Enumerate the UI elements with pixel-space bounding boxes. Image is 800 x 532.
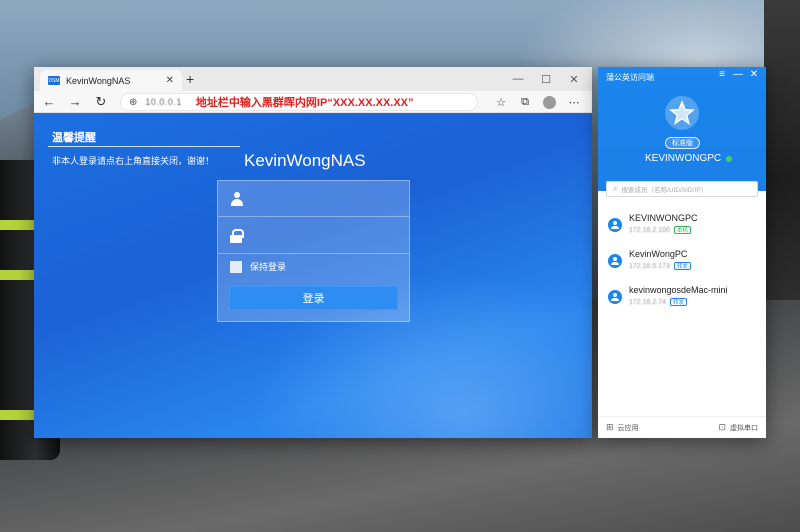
- edition-badge: 标准版: [665, 137, 700, 149]
- more-menu-icon[interactable]: ⋯: [562, 96, 586, 109]
- member-name: KEVINWONGPC: [629, 213, 698, 223]
- tab-kevinwongnas[interactable]: DSM KevinWongNAS ✕: [40, 70, 182, 91]
- collections-icon[interactable]: ⧉: [513, 96, 537, 109]
- remember-checkbox[interactable]: [230, 260, 242, 273]
- close-window-button[interactable]: ✕: [560, 67, 588, 91]
- online-status-icon: [726, 155, 733, 162]
- browser-window: DSM KevinWongNAS ✕ + — ☐ ✕ ← → ↻ ⊕ 10.0.…: [34, 67, 592, 438]
- new-tab-button[interactable]: +: [186, 71, 194, 87]
- password-field[interactable]: [218, 218, 409, 254]
- globe-icon: ⊕: [129, 96, 138, 108]
- tab-bar: DSM KevinWongNAS ✕ + — ☐ ✕: [34, 67, 592, 91]
- star-logo-icon: [664, 95, 700, 131]
- serial-port-icon: ⊡: [718, 422, 726, 432]
- member-ip: 172.16.2.100: [629, 226, 670, 234]
- list-item[interactable]: KEVINWONGPC 172.16.2.100 本机: [598, 209, 766, 245]
- notice-title: 温馨提醒: [52, 132, 96, 144]
- member-name: KevinWongPC: [629, 249, 688, 259]
- address-annotation: 地址栏中输入黑群晖内网IP“XXX.XX.XX.XX”: [195, 97, 414, 109]
- reload-button[interactable]: ↻: [90, 94, 112, 110]
- grid-icon: ⊞: [606, 422, 614, 432]
- notice-text: 非本人登录请点右上角直接关闭，谢谢！: [52, 156, 215, 166]
- profile-avatar[interactable]: [543, 95, 556, 109]
- toolbar-right: ☆ ⧉ ⋯: [489, 91, 586, 113]
- member-search-input[interactable]: ⌕ 搜索成员（名称/UID/SID/IP）: [606, 181, 758, 197]
- wallpaper-car-right: [764, 0, 800, 300]
- client-minimize-button[interactable]: —: [730, 69, 746, 80]
- client-title: 蒲公英访问端: [606, 73, 654, 82]
- notice-divider: [48, 146, 240, 147]
- favorites-icon[interactable]: ☆: [489, 96, 513, 109]
- search-placeholder: 搜索成员（名称/UID/SID/IP）: [621, 187, 708, 194]
- client-footer: ⊞ 云应用 ⊡ 虚拟串口: [598, 416, 766, 438]
- address-url: 10.0.0.1: [145, 97, 182, 107]
- client-menu-icon[interactable]: ≡: [714, 69, 730, 80]
- member-badge: 转发: [673, 262, 691, 270]
- member-avatar-icon: [608, 218, 622, 232]
- member-ip: 172.16.2.74: [629, 298, 666, 306]
- client-header: 蒲公英访问端 ≡ — ✕: [598, 67, 766, 191]
- member-list: KEVINWONGPC 172.16.2.100 本机 KevinWongPC …: [598, 209, 766, 317]
- user-icon: [230, 191, 244, 206]
- member-badge: 转发: [669, 298, 687, 306]
- pgy-client-window: 蒲公英访问端 ≡ — ✕ 标准版 KEVINWONGPC ⌕ 搜索成员（名称/U…: [598, 67, 766, 438]
- window-controls: — ☐ ✕: [504, 67, 588, 91]
- username-field[interactable]: [218, 181, 409, 217]
- list-item[interactable]: kevinwongosdeMac-mini 172.16.2.74 转发: [598, 281, 766, 317]
- client-close-button[interactable]: ✕: [746, 69, 762, 80]
- back-button[interactable]: ←: [38, 94, 60, 109]
- page-title: KevinWongNAS: [244, 151, 366, 170]
- device-name-label: KEVINWONGPC: [645, 153, 722, 164]
- virtual-serial-button[interactable]: ⊡ 虚拟串口: [718, 422, 758, 433]
- browser-toolbar: ← → ↻ ⊕ 10.0.0.1 地址栏中输入黑群晖内网IP“XXX.XX.XX…: [34, 91, 592, 113]
- nas-login-page: 温馨提醒 非本人登录请点右上角直接关闭，谢谢！ KevinWongNAS 保持登…: [34, 113, 592, 438]
- remember-me[interactable]: 保持登录: [230, 260, 286, 273]
- client-controls: ≡ — ✕: [714, 69, 762, 80]
- member-avatar-icon: [608, 290, 622, 304]
- member-ip: 172.16.5.173: [629, 262, 670, 270]
- maximize-button[interactable]: ☐: [532, 67, 560, 91]
- login-form: 保持登录 登录: [217, 180, 410, 322]
- address-bar[interactable]: ⊕ 10.0.0.1 地址栏中输入黑群晖内网IP“XXX.XX.XX.XX”: [120, 93, 478, 111]
- remember-label: 保持登录: [250, 262, 287, 272]
- cloud-apps-button[interactable]: ⊞ 云应用: [606, 422, 639, 433]
- tab-close-icon[interactable]: ✕: [166, 75, 174, 86]
- list-item[interactable]: KevinWongPC 172.16.5.173 转发: [598, 245, 766, 281]
- member-badge: 本机: [673, 226, 691, 234]
- member-avatar-icon: [608, 254, 622, 268]
- cloud-apps-label: 云应用: [617, 424, 639, 432]
- search-icon: ⌕: [613, 184, 618, 193]
- login-button[interactable]: 登录: [229, 286, 398, 310]
- minimize-button[interactable]: —: [504, 67, 532, 91]
- member-name: kevinwongosdeMac-mini: [629, 285, 728, 295]
- dsm-favicon-icon: DSM: [48, 76, 60, 85]
- tab-title: KevinWongNAS: [66, 75, 131, 86]
- virtual-serial-label: 虚拟串口: [730, 424, 758, 432]
- device-name: KEVINWONGPC: [645, 153, 733, 164]
- lock-icon: [230, 228, 244, 243]
- forward-button[interactable]: →: [64, 94, 86, 109]
